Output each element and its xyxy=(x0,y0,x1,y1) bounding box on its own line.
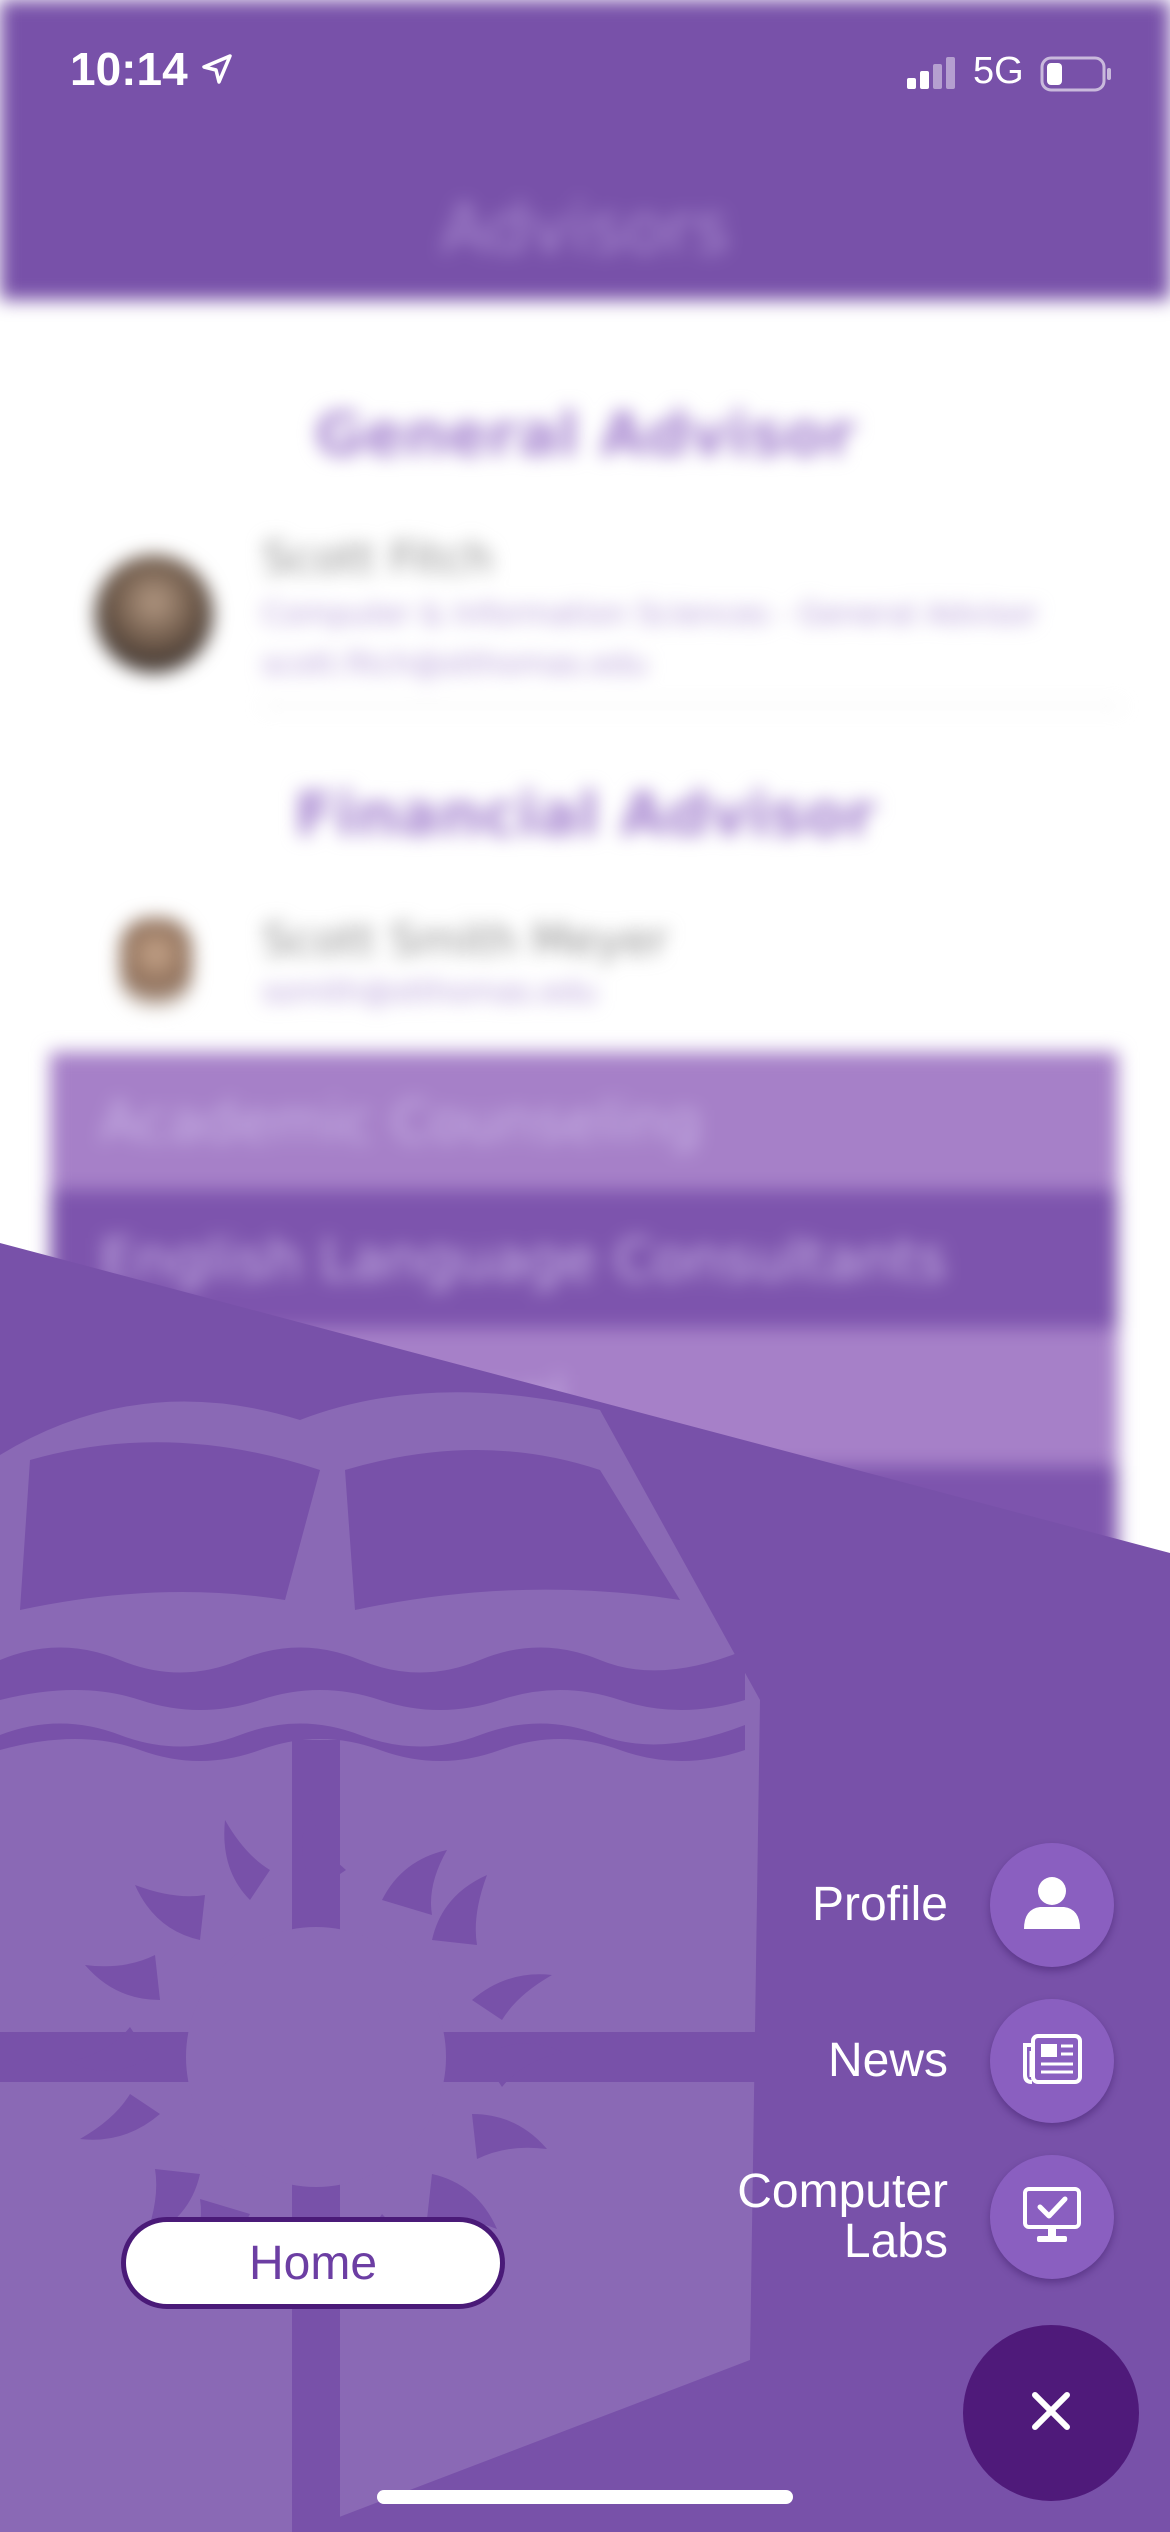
menu-item-label: News xyxy=(827,2034,948,2087)
profile-button[interactable] xyxy=(990,1843,1114,1967)
newspaper-icon xyxy=(1021,2033,1083,2089)
news-button[interactable] xyxy=(990,1999,1114,2123)
menu-item-computer-labs[interactable]: Computer Labs xyxy=(737,2155,1114,2279)
crest-watermark xyxy=(0,1392,760,2532)
computer-labs-button[interactable] xyxy=(990,2155,1114,2279)
menu-item-news[interactable]: News xyxy=(828,1999,1114,2123)
close-menu-button[interactable] xyxy=(963,2325,1139,2501)
home-indicator[interactable] xyxy=(377,2490,793,2504)
menu-item-profile[interactable]: Profile xyxy=(812,1843,1114,1967)
menu-item-label: Profile xyxy=(811,1878,948,1931)
close-icon xyxy=(1029,2389,1073,2437)
menu-overlay xyxy=(0,1243,1170,2532)
menu-item-label: Computer Labs xyxy=(737,2165,948,2268)
monitor-check-icon xyxy=(1022,2186,1082,2248)
home-button[interactable]: Home xyxy=(121,2217,505,2309)
person-icon xyxy=(1022,1875,1082,1935)
